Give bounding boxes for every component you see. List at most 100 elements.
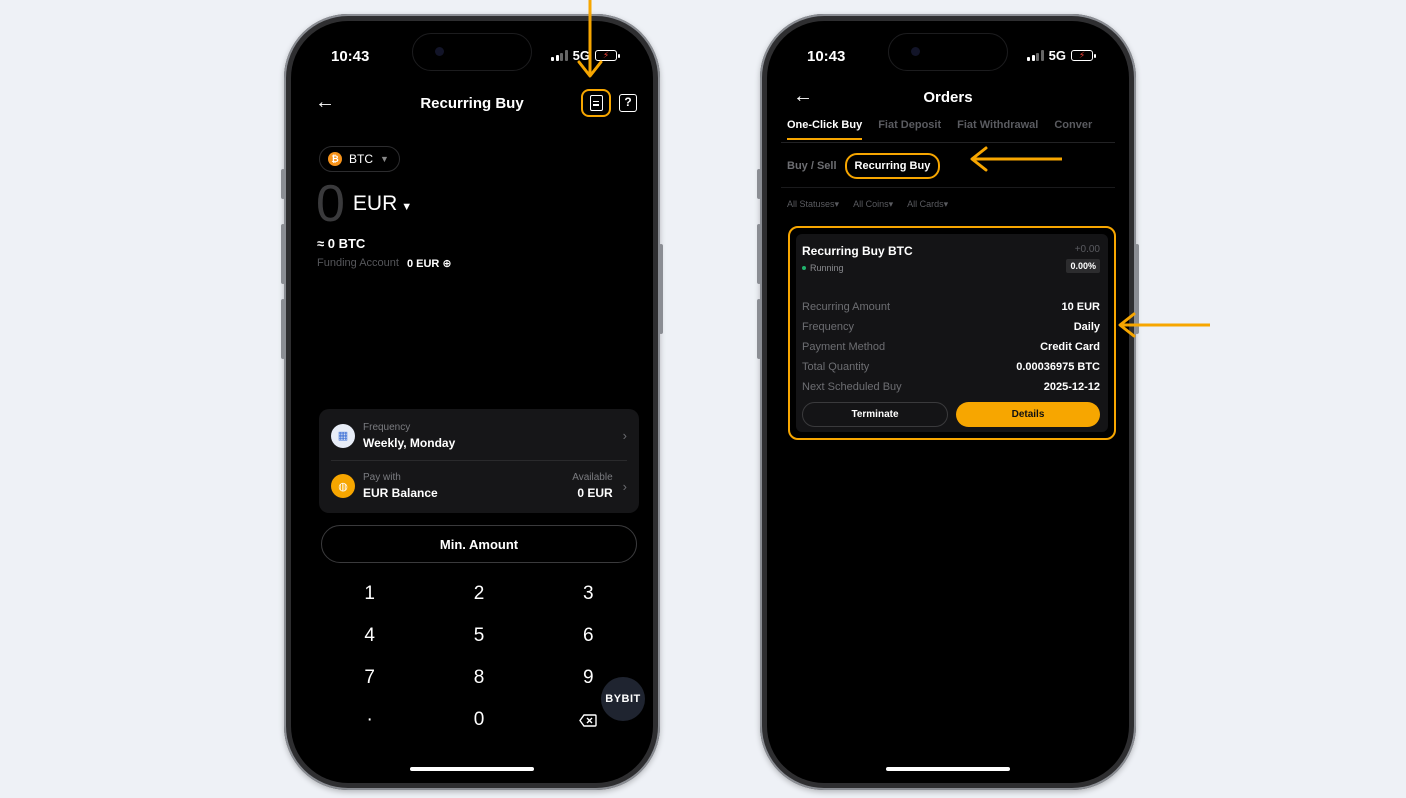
funding-label: Funding Account: [317, 257, 399, 269]
coin-label: BTC: [349, 152, 373, 166]
detail-row: Payment Method Credit Card: [802, 341, 1100, 353]
pay-with-value: EUR Balance: [363, 486, 438, 500]
order-pnl-percent: 0.00%: [1066, 259, 1100, 273]
key-2[interactable]: 2: [424, 573, 533, 615]
chevron-right-icon: ›: [622, 478, 627, 494]
options-card: ▦ Frequency Weekly, Monday › ◍ Pay with …: [319, 409, 639, 513]
bybit-logo-button[interactable]: BYBIT: [601, 677, 645, 721]
key-6[interactable]: 6: [534, 615, 643, 657]
numeric-keypad: 1 2 3 4 5 6 7 8 9 · 0: [315, 573, 643, 741]
key-3[interactable]: 3: [534, 573, 643, 615]
detail-row: Total Quantity 0.00036975 BTC: [802, 361, 1100, 373]
terminate-button[interactable]: Terminate: [802, 402, 948, 427]
status-time: 10:43: [807, 48, 846, 65]
phone-left: 10:43 5G ⚡ ← Recurring Buy ? ₿ BTC ▼ 0 E…: [281, 14, 663, 790]
funding-account: Funding Account 0 EUR ⊕: [317, 257, 452, 270]
help-icon[interactable]: ?: [619, 94, 637, 112]
status-time: 10:43: [331, 48, 370, 65]
signal-icon: [1027, 50, 1044, 61]
order-title: Recurring Buy BTC: [802, 244, 913, 258]
approx-btc: ≈ 0 BTC: [317, 236, 366, 251]
key-7[interactable]: 7: [315, 657, 424, 699]
orders-history-button[interactable]: [581, 89, 611, 117]
subtabs: Buy / Sell Recurring Buy: [787, 153, 941, 179]
currency-selector[interactable]: EUR ▼: [353, 192, 412, 216]
frequency-label: Frequency: [363, 421, 411, 433]
amount-input[interactable]: 0 EUR ▼: [316, 176, 412, 232]
mute-switch: [757, 169, 761, 199]
coin-selector[interactable]: ₿ BTC ▼: [319, 146, 400, 172]
details-button[interactable]: Details: [956, 402, 1100, 427]
key-4[interactable]: 4: [315, 615, 424, 657]
detail-row: Next Scheduled Buy 2025-12-12: [802, 381, 1100, 393]
subtabs-divider: [781, 187, 1115, 188]
power-button: [659, 244, 663, 334]
order-type-tabs: One-Click Buy Fiat Deposit Fiat Withdraw…: [787, 119, 1129, 140]
volume-up-button: [281, 224, 285, 284]
battery-icon: ⚡: [1071, 50, 1096, 61]
filter-coins[interactable]: All Coins▾: [853, 199, 893, 210]
mute-switch: [281, 169, 285, 199]
tab-convert[interactable]: Conver: [1054, 119, 1092, 140]
dynamic-island: [412, 33, 532, 71]
key-1[interactable]: 1: [315, 573, 424, 615]
caret-down-icon: ▾: [834, 199, 840, 209]
status-indicators: 5G ⚡: [1027, 48, 1096, 63]
pay-with-label: Pay with: [363, 472, 401, 483]
filters: All Statuses▾ All Coins▾ All Cards▾: [787, 199, 948, 210]
frequency-row[interactable]: ▦ Frequency Weekly, Monday ›: [331, 411, 627, 461]
tabs-divider: [781, 142, 1115, 143]
page-title: Orders: [923, 89, 973, 106]
caret-down-icon: ▾: [943, 199, 949, 209]
annotation-arrow-left-icon: [970, 146, 1062, 172]
tab-fiat-withdrawal[interactable]: Fiat Withdrawal: [957, 119, 1038, 140]
order-pnl: +0.00: [1074, 244, 1100, 255]
document-icon: [589, 95, 603, 111]
min-amount-button[interactable]: Min. Amount: [321, 525, 637, 563]
tab-fiat-deposit[interactable]: Fiat Deposit: [878, 119, 941, 140]
volume-down-button: [757, 299, 761, 359]
recurring-buy-screen: 10:43 5G ⚡ ← Recurring Buy ? ₿ BTC ▼ 0 E…: [291, 21, 653, 783]
status-dot-icon: [802, 266, 806, 270]
dynamic-island: [888, 33, 1008, 71]
volume-up-button: [757, 224, 761, 284]
currency-label: EUR: [352, 192, 398, 215]
caret-down-icon: ▼: [380, 154, 389, 164]
amount-value: 0: [316, 175, 345, 233]
key-5[interactable]: 5: [424, 615, 533, 657]
network-label: 5G: [1048, 48, 1066, 63]
detail-row: Recurring Amount 10 EUR: [802, 301, 1100, 313]
orders-screen: 10:43 5G ⚡ ← Orders One-Click Buy Fiat D…: [767, 21, 1129, 783]
filter-statuses[interactable]: All Statuses▾: [787, 199, 839, 210]
detail-row: Frequency Daily: [802, 321, 1100, 333]
recurring-order-card[interactable]: Recurring Buy BTC Running +0.00 0.00% Re…: [788, 226, 1116, 440]
phone-right: 10:43 5G ⚡ ← Orders One-Click Buy Fiat D…: [757, 14, 1139, 790]
caret-down-icon: ▼: [401, 201, 413, 213]
wallet-icon: ◍: [331, 474, 355, 498]
funding-value: 0 EUR ⊕: [406, 258, 452, 270]
frequency-value: Weekly, Monday: [363, 435, 456, 450]
subtab-recurring-buy[interactable]: Recurring Buy: [844, 153, 941, 179]
order-actions: Terminate Details: [802, 402, 1100, 427]
volume-down-button: [281, 299, 285, 359]
calendar-icon: ▦: [331, 423, 355, 448]
subtab-buy-sell[interactable]: Buy / Sell: [787, 160, 837, 172]
order-details: Recurring Amount 10 EUR Frequency Daily Pa…: [802, 297, 1100, 397]
filter-cards[interactable]: All Cards▾: [907, 199, 948, 210]
annotation-arrow-down-icon: [577, 0, 603, 78]
available-value: 0 EUR: [577, 486, 613, 500]
tab-one-click-buy[interactable]: One-Click Buy: [787, 119, 863, 140]
bitcoin-icon: ₿: [328, 152, 342, 166]
home-indicator[interactable]: [886, 767, 1010, 771]
home-indicator[interactable]: [410, 767, 534, 771]
pay-with-row[interactable]: ◍ Pay with EUR Balance Available 0 EUR ›: [331, 461, 627, 511]
status-badge: Running: [802, 263, 844, 273]
key-decimal[interactable]: ·: [315, 699, 424, 741]
add-circle-icon[interactable]: ⊕: [442, 258, 451, 270]
available-label: Available: [572, 472, 613, 483]
key-8[interactable]: 8: [424, 657, 533, 699]
annotation-arrow-left-icon: [1118, 312, 1210, 338]
key-0[interactable]: 0: [424, 699, 533, 741]
signal-icon: [551, 50, 568, 61]
caret-down-icon: ▾: [888, 199, 894, 209]
